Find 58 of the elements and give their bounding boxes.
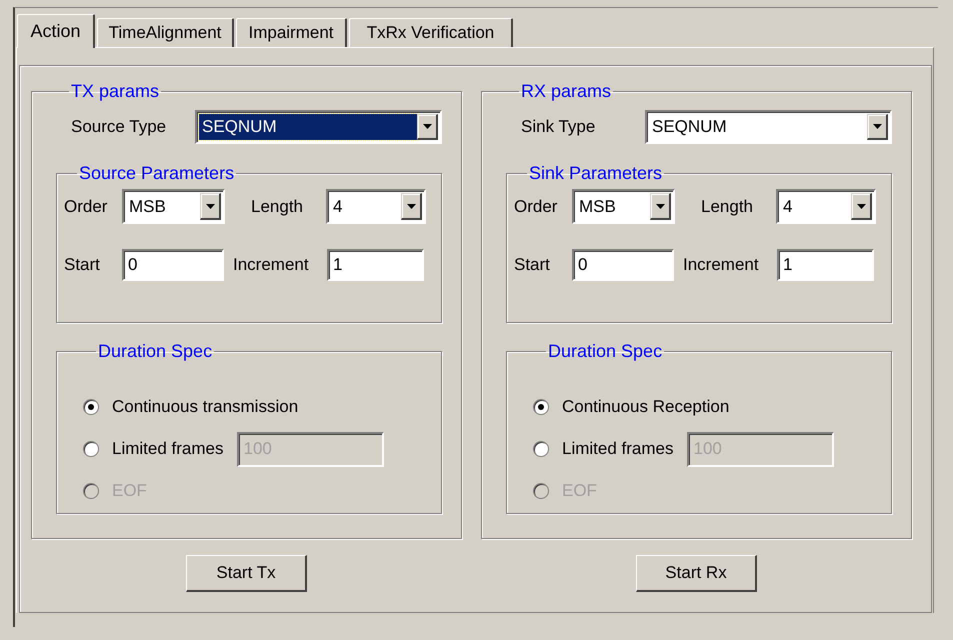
field-label: Start [64,254,101,276]
field-label: Order [64,196,108,218]
dropdown-arrow-button[interactable] [867,114,888,140]
dropdown-value: MSB [128,196,167,218]
dropdown-arrow-button[interactable] [650,193,671,220]
input-field[interactable]: 0 [122,249,224,281]
dropdown[interactable]: MSB [572,189,675,224]
field-label: Increment [683,254,760,276]
field-label: Source Type [70,116,168,138]
dropdown-value: SEQNUM [199,114,417,140]
dropdown-value: MSB [578,196,617,218]
field-label: Increment [233,254,310,276]
caret-icon [872,124,882,129]
dropdown-arrow-button[interactable] [401,193,422,220]
dropdown-arrow-button[interactable] [417,114,438,140]
tab[interactable]: TxRx Verification [349,18,513,47]
radio-label: Limited frames [562,438,674,460]
dropdown[interactable]: 4 [776,189,876,224]
field-label: Length [251,196,304,218]
radio-label: Limited frames [112,438,224,460]
field-label: Length [701,196,754,218]
group-title: TX params [70,80,160,102]
caret-icon [856,204,866,208]
caret-icon [406,204,416,208]
dropdown[interactable]: 4 [326,189,426,224]
tab[interactable]: TimeAlignment [97,18,234,47]
radio-button[interactable] [83,399,99,415]
dropdown-arrow-button[interactable] [851,193,872,220]
dropdown-value: 4 [782,196,794,218]
dropdown[interactable]: SEQNUM [195,110,442,144]
tab[interactable]: Action [17,14,95,48]
dropdown[interactable]: SEQNUM [645,110,892,144]
start-button[interactable]: Start Tx [186,555,307,592]
dropdown-value: 4 [332,196,344,218]
radio-button[interactable] [533,441,549,457]
input-field[interactable]: 1 [327,249,424,281]
field-label: Sink Type [520,116,596,138]
dropdown[interactable]: MSB [122,189,225,224]
group-title: Duration Spec [97,340,214,362]
dropdown-value: SEQNUM [651,116,728,138]
caret-icon [206,204,214,208]
radio-button[interactable] [533,399,549,415]
field-label: Start [514,254,551,276]
input-field[interactable]: 1 [777,249,874,281]
input-field[interactable]: 0 [572,249,674,281]
start-button[interactable]: Start Rx [636,555,757,592]
radio-label: Continuous Reception [562,396,730,418]
radio-button[interactable] [83,441,99,457]
tab[interactable]: Impairment [236,18,347,47]
group-title: Source Parameters [78,162,236,184]
group-title: RX params [520,80,612,102]
caret-icon [422,124,432,129]
caret-icon [656,204,664,208]
dropdown-arrow-button[interactable] [200,193,221,220]
group-title: Duration Spec [547,340,664,362]
group-title: Sink Parameters [528,162,664,184]
field-label: Order [514,196,558,218]
radio-label: Continuous transmission [112,396,298,418]
